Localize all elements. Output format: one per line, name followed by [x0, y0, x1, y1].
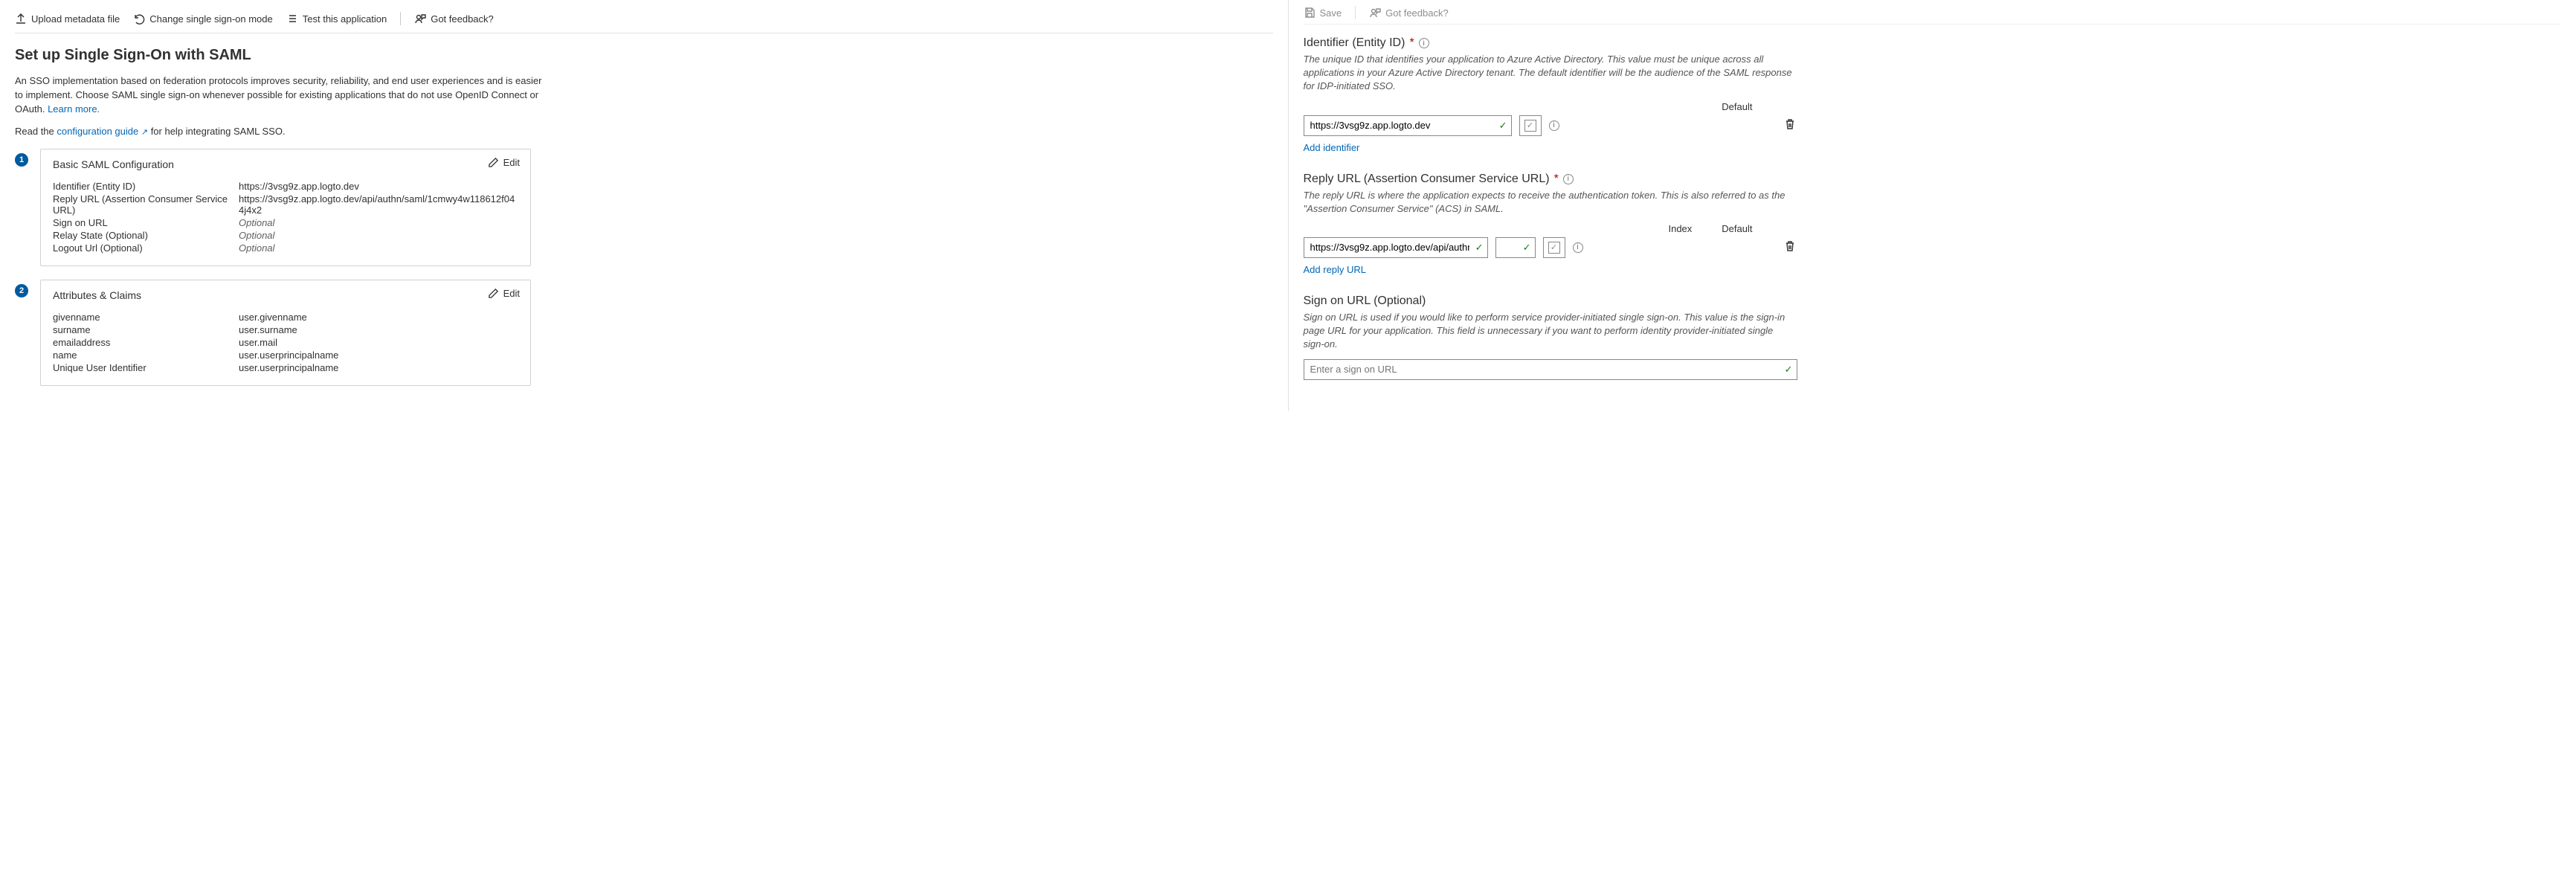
reply-url-title: Reply URL (Assertion Consumer Service UR… — [1304, 173, 2562, 186]
left-pane: Upload metadata file Change single sign-… — [0, 0, 1289, 411]
toolbar-separator — [400, 12, 401, 25]
undo-icon — [133, 13, 145, 25]
identifier-input-wrap: ✓ — [1304, 115, 1512, 136]
reply-url-field-row: ✓ ✓ ✓ i — [1304, 237, 1797, 258]
kv-row: Reply URL (Assertion Consumer Service UR… — [53, 193, 518, 216]
required-asterisk: * — [1554, 173, 1559, 186]
kv-row: nameuser.userprincipalname — [53, 350, 518, 361]
step-1-badge: 1 — [15, 153, 28, 167]
pencil-icon — [488, 288, 499, 299]
configuration-guide-link[interactable]: configuration guide ↗ — [57, 126, 148, 137]
list-icon — [286, 13, 298, 25]
trash-icon — [1784, 240, 1796, 252]
save-label: Save — [1320, 7, 1342, 19]
upload-metadata-button[interactable]: Upload metadata file — [15, 13, 120, 25]
reply-url-input[interactable] — [1304, 237, 1488, 258]
config-guide-line: Read the configuration guide ↗ for help … — [15, 126, 1273, 137]
page-title: Set up Single Sign-On with SAML — [15, 47, 1273, 64]
external-link-icon: ↗ — [141, 128, 148, 137]
feedback-button-right[interactable]: Got feedback? — [1369, 7, 1449, 19]
edit-label: Edit — [503, 157, 520, 168]
info-icon[interactable]: i — [1563, 174, 1574, 184]
save-icon — [1304, 7, 1316, 19]
index-header: Index — [1668, 223, 1692, 234]
feedback-label: Got feedback? — [1385, 7, 1449, 19]
attributes-claims-card: Attributes & Claims Edit givennameuser.g… — [40, 280, 531, 386]
signon-field-row: ✓ — [1304, 359, 1797, 380]
basic-saml-config-card: Basic SAML Configuration Edit Identifier… — [40, 149, 531, 266]
reply-default-checkbox[interactable]: ✓ — [1543, 237, 1565, 258]
signon-input-wrap: ✓ — [1304, 359, 1797, 380]
kv-row: givennameuser.givenname — [53, 312, 518, 323]
basic-saml-rows: Identifier (Entity ID)https://3vsg9z.app… — [53, 181, 518, 254]
signon-url-desc: Sign on URL is used if you would like to… — [1304, 311, 1794, 352]
toolbar-separator — [1355, 6, 1356, 19]
identifier-default-checkbox[interactable]: ✓ — [1519, 115, 1542, 136]
identifier-headers: Default — [1304, 101, 1797, 112]
save-button[interactable]: Save — [1304, 7, 1342, 19]
basic-saml-config-title: Basic SAML Configuration — [53, 158, 518, 175]
edit-label: Edit — [503, 288, 520, 299]
kv-row: Relay State (Optional)Optional — [53, 230, 518, 241]
upload-icon — [15, 13, 27, 25]
reply-url-section: Reply URL (Assertion Consumer Service UR… — [1304, 173, 2562, 275]
edit-attributes-button[interactable]: Edit — [488, 288, 520, 299]
test-label: Test this application — [303, 13, 387, 25]
reply-index-input[interactable] — [1495, 237, 1536, 258]
kv-row: Sign on URLOptional — [53, 217, 518, 228]
reply-url-input-wrap: ✓ — [1304, 237, 1488, 258]
reply-headers: Index Default — [1304, 223, 1797, 234]
right-toolbar: Save Got feedback? — [1304, 6, 2562, 25]
person-feedback-icon — [414, 13, 426, 25]
step-1-row: 1 Basic SAML Configuration Edit Identifi… — [15, 149, 1273, 266]
kv-row: surnameuser.surname — [53, 324, 518, 335]
test-application-button[interactable]: Test this application — [286, 13, 387, 25]
left-toolbar: Upload metadata file Change single sign-… — [15, 12, 1273, 33]
signon-url-input[interactable] — [1304, 359, 1797, 380]
feedback-label: Got feedback? — [431, 13, 494, 25]
feedback-button[interactable]: Got feedback? — [414, 13, 494, 25]
info-icon[interactable]: i — [1573, 242, 1583, 253]
pencil-icon — [488, 157, 499, 168]
person-feedback-icon — [1369, 7, 1381, 19]
attributes-rows: givennameuser.givenname surnameuser.surn… — [53, 312, 518, 373]
edit-basic-saml-button[interactable]: Edit — [488, 157, 520, 168]
change-mode-button[interactable]: Change single sign-on mode — [133, 13, 273, 25]
identifier-section: Identifier (Entity ID) * i The unique ID… — [1304, 36, 2562, 153]
kv-row: Logout Url (Optional)Optional — [53, 242, 518, 254]
default-header: Default — [1722, 101, 1752, 112]
kv-row: Identifier (Entity ID)https://3vsg9z.app… — [53, 181, 518, 192]
trash-icon — [1784, 118, 1796, 130]
signon-url-title: Sign on URL (Optional) — [1304, 294, 2562, 308]
delete-reply-url-button[interactable] — [1783, 240, 1797, 254]
identifier-field-row: ✓ ✓ i — [1304, 115, 1797, 136]
default-header: Default — [1722, 223, 1752, 234]
identifier-title: Identifier (Entity ID) * i — [1304, 36, 2562, 50]
upload-label: Upload metadata file — [31, 13, 120, 25]
kv-row: emailaddressuser.mail — [53, 337, 518, 348]
required-asterisk: * — [1409, 36, 1414, 50]
change-mode-label: Change single sign-on mode — [149, 13, 273, 25]
identifier-input[interactable] — [1304, 115, 1512, 136]
add-reply-url-link[interactable]: Add reply URL — [1304, 264, 1367, 275]
step-2-row: 2 Attributes & Claims Edit givennameuser… — [15, 280, 1273, 386]
reply-index-input-wrap: ✓ — [1495, 237, 1536, 258]
delete-identifier-button[interactable] — [1783, 118, 1797, 132]
attributes-claims-title: Attributes & Claims — [53, 289, 518, 306]
info-icon[interactable]: i — [1419, 38, 1429, 48]
learn-more-link[interactable]: Learn more. — [48, 103, 100, 115]
intro-text: An SSO implementation based on federatio… — [15, 74, 550, 117]
right-pane: Save Got feedback? Identifier (Entity ID… — [1289, 0, 2576, 411]
reply-url-desc: The reply URL is where the application e… — [1304, 189, 1794, 216]
signon-url-section: Sign on URL (Optional) Sign on URL is us… — [1304, 294, 2562, 380]
identifier-desc: The unique ID that identifies your appli… — [1304, 53, 1794, 94]
step-2-badge: 2 — [15, 284, 28, 297]
kv-row: Unique User Identifieruser.userprincipal… — [53, 362, 518, 373]
info-icon[interactable]: i — [1549, 120, 1559, 131]
add-identifier-link[interactable]: Add identifier — [1304, 142, 1360, 153]
